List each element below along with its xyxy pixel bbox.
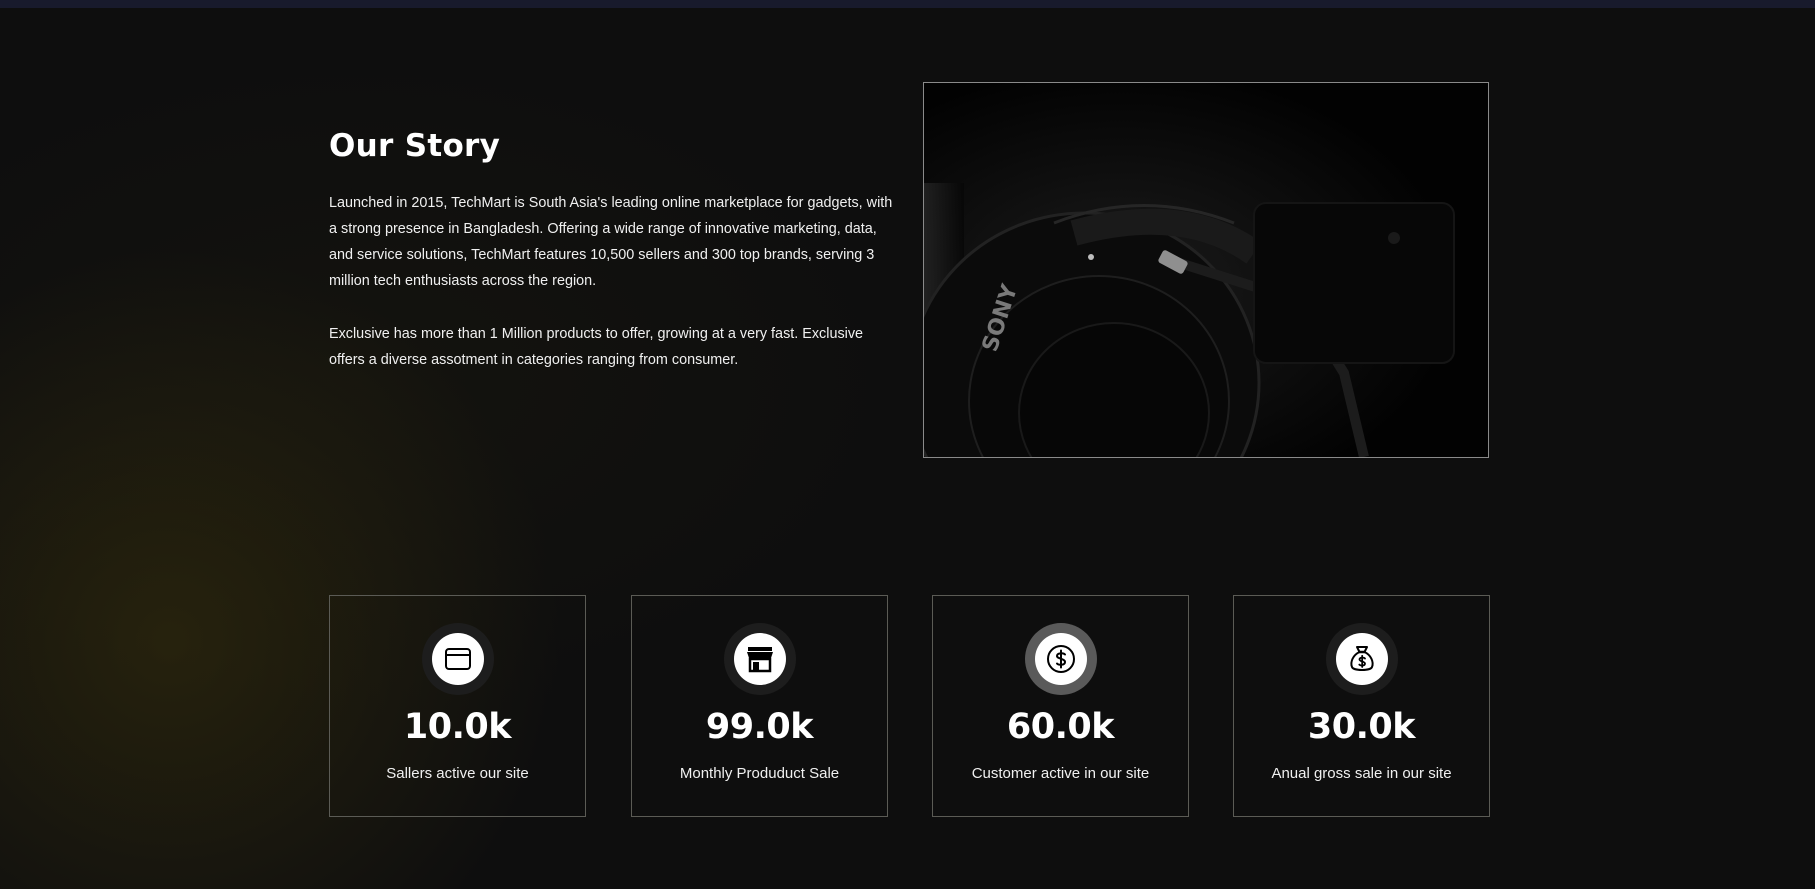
stats-row: 10.0k Sallers active our site 99.0k Mont…: [329, 595, 1490, 817]
about-page: Our Story Launched in 2015, TechMart is …: [0, 0, 1815, 889]
dollar-coin-icon: [1035, 633, 1087, 685]
stat-label: Sallers active our site: [386, 765, 529, 782]
stat-card-sellers: 10.0k Sallers active our site: [329, 595, 586, 817]
our-story-section: Our Story Launched in 2015, TechMart is …: [329, 122, 899, 373]
stat-label: Anual gross sale in our site: [1271, 765, 1452, 782]
story-paragraph-2: Exclusive has more than 1 Million produc…: [329, 326, 864, 368]
stat-card-customers: 60.0k Customer active in our site: [932, 595, 1189, 817]
stat-card-gross-sale: 30.0k Anual gross sale in our site: [1233, 595, 1490, 817]
header-strip: [0, 0, 1815, 8]
stat-value: 99.0k: [705, 707, 814, 747]
stat-label: Customer active in our site: [971, 765, 1150, 782]
icon-ring: [1326, 623, 1398, 695]
shop-window-icon: [432, 633, 484, 685]
stat-value: 30.0k: [1307, 707, 1416, 747]
stat-value: 60.0k: [1006, 707, 1115, 747]
stat-card-monthly-sale: 99.0k Monthly Produduct Sale: [631, 595, 888, 817]
story-paragraph-1: Launched in 2015, TechMart is South Asia…: [329, 195, 893, 289]
stat-label: Monthly Produduct Sale: [679, 765, 840, 782]
storefront-icon: [734, 633, 786, 685]
icon-ring: [1025, 623, 1097, 695]
stat-value: 10.0k: [403, 707, 512, 747]
headphones-image: SONY: [923, 82, 1489, 458]
icon-ring: [724, 623, 796, 695]
icon-ring: [422, 623, 494, 695]
money-bag-icon: [1336, 633, 1388, 685]
page-title: Our Story: [329, 128, 501, 164]
